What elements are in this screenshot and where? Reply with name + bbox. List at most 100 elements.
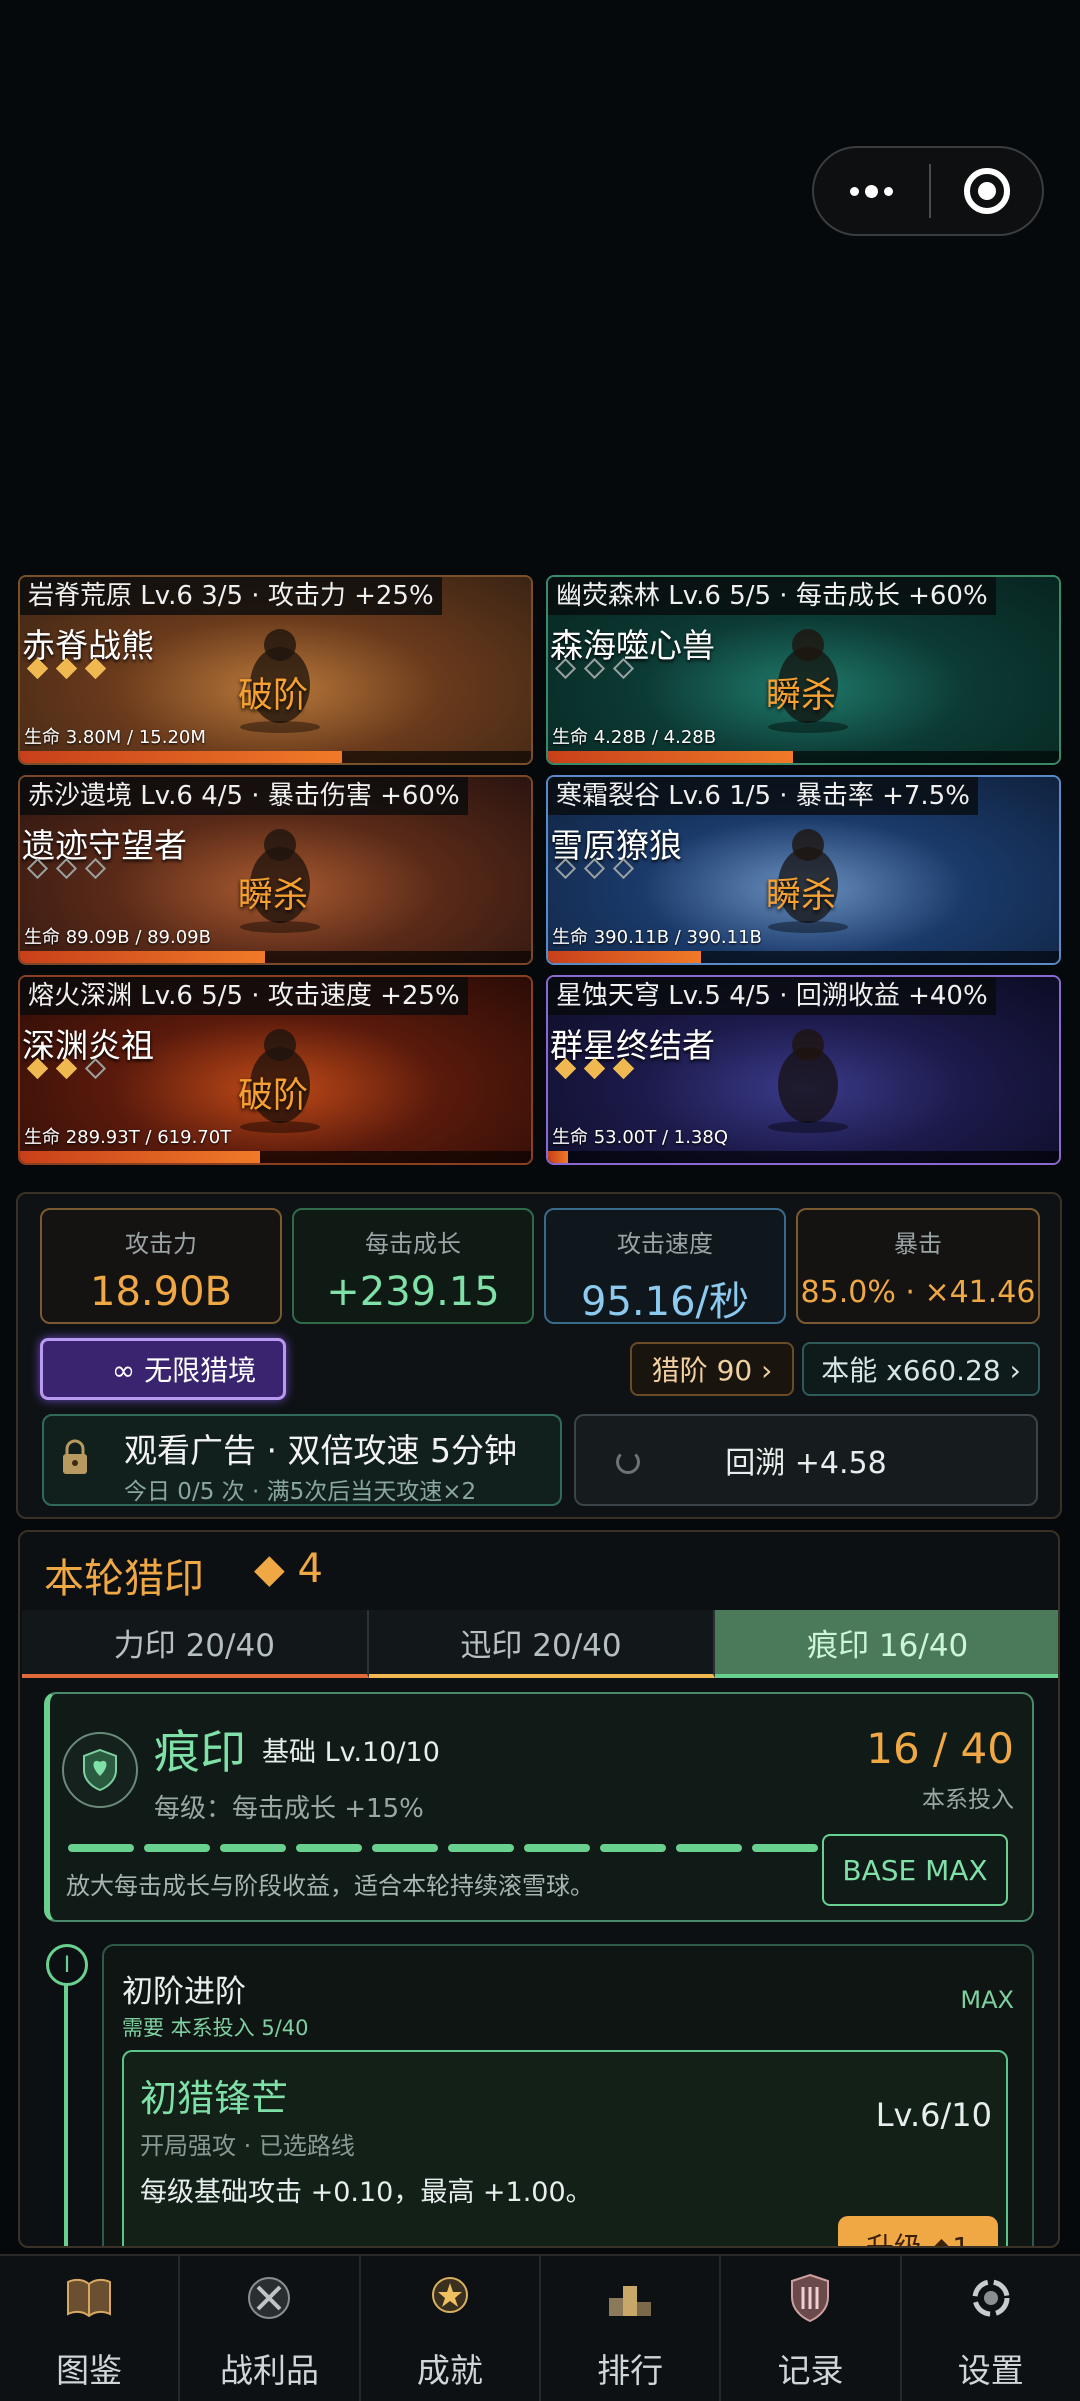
boss-hp-bar bbox=[20, 751, 531, 763]
settings-icon bbox=[963, 2270, 1019, 2326]
rewind-label: 回溯 +4.58 bbox=[725, 1446, 887, 1481]
more-dots-icon[interactable] bbox=[814, 148, 929, 234]
mini-program-capsule bbox=[812, 146, 1044, 236]
boss-hp-bar bbox=[548, 751, 1059, 763]
upgrade-button[interactable]: 升级 ◆1 bbox=[838, 2216, 998, 2246]
seal-title: 本轮猎印 bbox=[44, 1556, 204, 1602]
boss-hp-text: 生命 4.28B / 4.28B bbox=[552, 727, 717, 748]
stat-crit-value: 85.0% · ×41.46 bbox=[800, 1275, 1036, 1310]
boss-hp-text: 生命 289.93T / 619.70T bbox=[24, 1127, 232, 1148]
progress-segment bbox=[296, 1844, 362, 1852]
stage-title: 初阶进阶 bbox=[122, 1974, 246, 2010]
nav-label-achievements: 成就 bbox=[416, 2351, 483, 2390]
infinite-hunt-button[interactable]: ∞ 无限猎境 bbox=[40, 1338, 286, 1400]
boss-name: 群星终结者 bbox=[550, 1026, 715, 1065]
progress-segment bbox=[144, 1844, 210, 1852]
stat-speed-value: 95.16/秒 bbox=[581, 1279, 749, 1325]
map-card[interactable]: 星蚀天穹 Lv.5 4/5 · 回溯收益 +40% 群星终结者生命 53.00T … bbox=[546, 975, 1061, 1165]
map-card[interactable]: 寒霜裂谷 Lv.6 1/5 · 暴击率 +7.5% 雪原獠狼 瞬杀 生命 390.11… bbox=[546, 775, 1061, 965]
boss-name: 赤脊战熊 bbox=[22, 626, 154, 665]
rewind-button[interactable]: 回溯 +4.58 bbox=[574, 1414, 1038, 1506]
nav-item-loot[interactable]: 战利品 bbox=[180, 2256, 361, 2401]
stat-attack: 攻击力 18.90B bbox=[40, 1208, 282, 1324]
diamond-icon bbox=[554, 657, 577, 680]
tab-trace-seal[interactable]: 痕印 16/40 bbox=[715, 1610, 1058, 1678]
nav-item-settings[interactable]: 设置 bbox=[902, 2256, 1080, 2401]
nav-label-loot: 战利品 bbox=[219, 2351, 319, 2390]
progress-segment bbox=[676, 1844, 742, 1852]
watch-ad-button[interactable]: 观看广告 · 双倍攻速 5分钟 今日 0/5 次 · 满5次后当天攻速×2 bbox=[42, 1414, 562, 1506]
map-card[interactable]: 熔火深渊 Lv.6 5/5 · 攻击速度 +25% 深渊炎祖 破阶 生命 289.93… bbox=[18, 975, 533, 1165]
boss-hp-text: 生命 390.11B / 390.11B bbox=[552, 927, 762, 948]
boss-hp-fill bbox=[548, 1151, 569, 1163]
nav-item-codex[interactable]: 图鉴 bbox=[0, 2256, 181, 2401]
boss-hp-bar bbox=[20, 951, 531, 963]
boss-hp-fill bbox=[20, 1151, 261, 1163]
stat-crit-label: 暴击 bbox=[894, 1230, 942, 1258]
base-max-badge: BASE MAX bbox=[822, 1834, 1008, 1906]
perk-level: Lv.6/10 bbox=[875, 2096, 992, 2134]
boss-hp-text: 生命 3.80M / 15.20M bbox=[24, 727, 206, 748]
difficulty-pips bbox=[554, 657, 635, 680]
diamond-icon bbox=[26, 1057, 49, 1080]
nav-item-achievements[interactable]: 成就 bbox=[361, 2256, 541, 2401]
seal-per-level: 每级：每击成长 +15% bbox=[154, 1794, 424, 1824]
map-card[interactable]: 岩脊荒原 Lv.6 3/5 · 攻击力 +25% 赤脊战熊 破阶 生命 3.80M /… bbox=[18, 575, 533, 765]
seal-shield-icon bbox=[62, 1732, 138, 1808]
progress-segment bbox=[68, 1844, 134, 1852]
perk-card[interactable]: 初猎锋芒 开局强攻 · 已选路线 Lv.6/10 每级基础攻击 +0.10，最高… bbox=[122, 2050, 1008, 2246]
map-header: 赤沙遗境 Lv.6 4/5 · 暴击伤害 +60% bbox=[20, 777, 468, 815]
stat-growth-value: +239.15 bbox=[326, 1269, 500, 1315]
nav-label-records: 记录 bbox=[777, 2351, 844, 2390]
boss-hp-bar bbox=[548, 951, 1059, 963]
boss-hp-fill bbox=[20, 951, 266, 963]
map-header: 星蚀天穹 Lv.5 4/5 · 回溯收益 +40% bbox=[548, 977, 996, 1015]
tab-power-seal[interactable]: 力印 20/40 bbox=[22, 1610, 369, 1678]
boss-hp-fill bbox=[548, 951, 702, 963]
stage-max-label: MAX bbox=[960, 1986, 1014, 2014]
boss-name: 深渊炎祖 bbox=[22, 1026, 154, 1065]
perk-title: 初猎锋芒 bbox=[140, 2077, 288, 2120]
nav-label-settings: 设置 bbox=[957, 2351, 1024, 2390]
boss-figure bbox=[758, 1015, 858, 1135]
seal-points: ◆ 4 bbox=[254, 1546, 323, 1592]
map-header: 熔火深渊 Lv.6 5/5 · 攻击速度 +25% bbox=[20, 977, 468, 1015]
instinct-button[interactable]: 本能 x660.28 › bbox=[802, 1342, 1040, 1396]
nav-label-ranking: 排行 bbox=[597, 2351, 664, 2390]
boss-hp-text: 生命 53.00T / 1.38Q bbox=[552, 1127, 729, 1148]
tab-swift-seal[interactable]: 迅印 20/40 bbox=[368, 1610, 716, 1678]
difficulty-pips bbox=[26, 657, 107, 680]
diamond-icon bbox=[583, 857, 606, 880]
map-card[interactable]: 幽荧森林 Lv.6 5/5 · 每击成长 +60% 森海噬心兽 瞬杀 生命 4.28B… bbox=[546, 575, 1061, 765]
diamond-icon bbox=[583, 1057, 606, 1080]
nav-item-records[interactable]: 记录 bbox=[721, 2256, 902, 2401]
seal-tabs: 力印 20/40 迅印 20/40 痕印 16/40 bbox=[22, 1610, 1058, 1678]
ad-subtitle: 今日 0/5 次 · 满5次后当天攻速×2 bbox=[124, 1479, 477, 1505]
diamond-icon bbox=[612, 1057, 635, 1080]
progress-segment bbox=[372, 1844, 438, 1852]
stat-attack-label: 攻击力 bbox=[125, 1230, 197, 1258]
battle-state: 瞬杀 bbox=[766, 676, 837, 716]
difficulty-pips bbox=[554, 857, 635, 880]
infinite-hunt-label: ∞ 无限猎境 bbox=[111, 1354, 257, 1387]
seal-level: 基础 Lv.10/10 bbox=[262, 1737, 440, 1768]
stat-crit: 暴击 85.0% · ×41.46 bbox=[796, 1208, 1040, 1324]
lock-icon bbox=[60, 1438, 90, 1478]
stat-speed: 攻击速度 95.16/秒 bbox=[544, 1208, 786, 1325]
diamond-icon bbox=[55, 1057, 78, 1080]
map-card[interactable]: 赤沙遗境 Lv.6 4/5 · 暴击伤害 +60% 遗迹守望者 瞬杀 生命 89.09… bbox=[18, 775, 533, 965]
shield-record-icon bbox=[782, 2270, 838, 2326]
nav-item-ranking[interactable]: 排行 bbox=[541, 2256, 722, 2401]
map-header: 寒霜裂谷 Lv.6 1/5 · 暴击率 +7.5% bbox=[548, 777, 978, 815]
diamond-icon bbox=[554, 1057, 577, 1080]
trophy-loot-icon bbox=[241, 2270, 297, 2326]
battle-state: 瞬杀 bbox=[238, 876, 309, 916]
stat-growth-label: 每击成长 bbox=[365, 1230, 461, 1258]
perk-description: 每级基础攻击 +0.10，最高 +1.00。 bbox=[140, 2177, 593, 2208]
boss-name: 森海噬心兽 bbox=[550, 626, 715, 665]
target-circle-icon[interactable] bbox=[931, 148, 1042, 234]
difficulty-pips bbox=[26, 1057, 107, 1080]
hunt-rank-button[interactable]: 猎阶 90 › bbox=[630, 1342, 794, 1396]
battle-state: 瞬杀 bbox=[766, 876, 837, 916]
diamond-icon bbox=[84, 857, 107, 880]
